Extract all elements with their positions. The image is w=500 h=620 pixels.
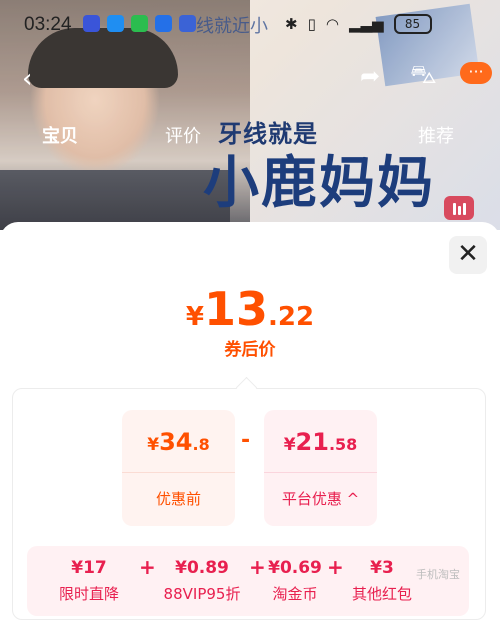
breakdown-name: 其他红包: [351, 585, 412, 603]
promo-brand-title: 小鹿妈妈: [203, 151, 435, 216]
breakdown-amount: ¥0.69: [268, 558, 322, 578]
plus-sign: +: [139, 555, 156, 579]
original-price-currency: ¥: [147, 435, 160, 455]
original-price-label: 优惠前: [155, 490, 201, 508]
promo-subtitle: 牙线就是: [218, 120, 318, 148]
platform-discount-card[interactable]: ¥21.58 平台优惠 ^: [264, 410, 377, 526]
breakdown-name: 88VIP95折: [163, 585, 241, 603]
tab-recommend[interactable]: 推荐: [418, 122, 454, 148]
app-notification-icon: [107, 15, 124, 32]
watermark: 手机淘宝: [416, 568, 460, 581]
final-price-label: 券后价: [224, 340, 276, 360]
notification-icons: [83, 15, 196, 32]
breakdown-amount: ¥17: [71, 558, 107, 578]
battery-indicator: 85: [393, 14, 432, 34]
final-price-integer: 13: [204, 282, 269, 336]
breakdown-name: 淘金币: [272, 585, 318, 603]
platform-discount-label: 平台优惠: [281, 490, 342, 508]
platform-discount-currency: ¥: [283, 435, 296, 455]
product-nav: ‹ ➦ ⛍ ···: [0, 58, 500, 98]
final-price: ¥13.22: [0, 282, 500, 336]
app-notification-icon: [83, 15, 100, 32]
close-icon: ✕: [457, 239, 479, 269]
original-price-integer: 34: [159, 428, 193, 456]
signal-icon: ▂▃▅: [348, 15, 384, 33]
final-price-currency: ¥: [185, 302, 204, 332]
wechat-icon: [131, 15, 148, 32]
wifi-icon: ◠: [325, 15, 339, 33]
status-time: 03:24: [24, 14, 72, 35]
status-bar: 03:24 线就近小 ✱ ▯ ◠ ▂▃▅ 85: [0, 0, 500, 48]
chevron-up-icon[interactable]: ^: [347, 490, 360, 508]
app-notification-icon: [155, 15, 172, 32]
live-bars-icon[interactable]: [444, 196, 474, 220]
discount-breakdown: ¥17 限时直降 + ¥0.89 88VIP95折 + ¥0.69 淘金币 + …: [27, 546, 469, 616]
cart-icon[interactable]: ⛍: [410, 60, 437, 94]
breakdown-amount: ¥3: [370, 558, 394, 578]
status-ticker-text: 线就近小: [196, 16, 268, 37]
platform-discount-integer: 21: [295, 428, 329, 456]
share-icon[interactable]: ➦: [360, 62, 380, 90]
more-icon[interactable]: ···: [460, 62, 492, 84]
final-price-decimal: .22: [268, 302, 315, 332]
vibrate-icon: ▯: [307, 15, 316, 33]
breakdown-amount: ¥0.89: [175, 558, 229, 578]
original-price-decimal: .8: [192, 435, 210, 454]
minus-sign: -: [241, 428, 251, 453]
close-button[interactable]: ✕: [449, 236, 487, 274]
breakdown-name: 限时直降: [58, 585, 119, 603]
tab-item[interactable]: 宝贝: [42, 122, 78, 148]
tab-reviews[interactable]: 评价: [165, 122, 201, 148]
app-notification-icon: [179, 15, 196, 32]
back-icon[interactable]: ‹: [22, 64, 32, 94]
platform-discount-decimal: .58: [328, 435, 358, 454]
bluetooth-icon: ✱: [285, 15, 298, 33]
original-price-card: ¥34.8 优惠前: [122, 410, 235, 526]
